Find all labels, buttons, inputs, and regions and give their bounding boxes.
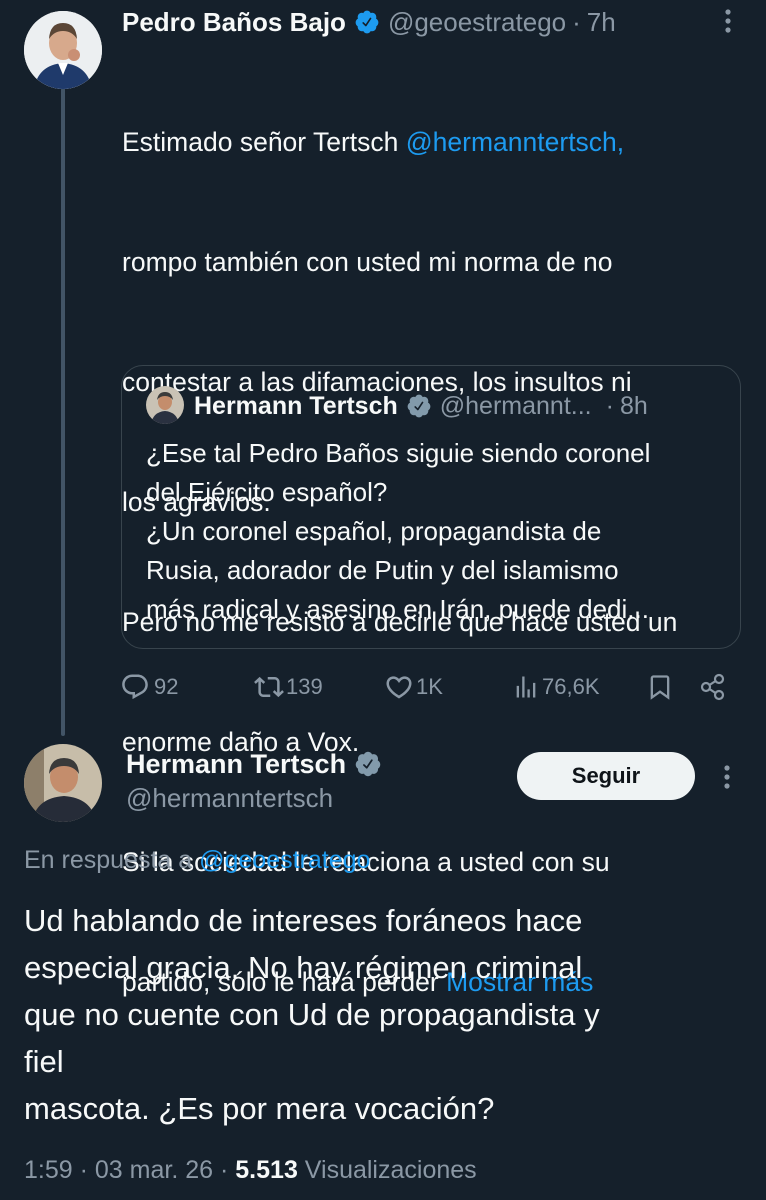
reply-icon xyxy=(120,672,150,702)
share-button[interactable] xyxy=(698,668,728,706)
header-separator: · xyxy=(605,391,614,420)
tweet-text-line: fiel xyxy=(24,1044,64,1079)
tweet-text-line: Ud hablando de intereses foráneos hace xyxy=(24,903,583,938)
verified-icon xyxy=(354,750,382,778)
views-label: Visualizaciones xyxy=(304,1156,477,1184)
quote-body: ¿Ese tal Pedro Baños siguie siendo coron… xyxy=(146,434,736,629)
mention-link[interactable]: @hermanntertsch, xyxy=(406,127,624,157)
tweet-meta: 1:59 · 03 mar. 26 · 5.513 Visualizacione… xyxy=(24,1153,477,1187)
avatar xyxy=(146,386,184,424)
quoted-tweet-card[interactable]: Hermann Tertsch @hermannt... · 8h ¿Ese t… xyxy=(121,365,741,649)
like-button[interactable]: 1K xyxy=(384,668,443,706)
reply-count: 92 xyxy=(154,674,179,699)
bookmark-icon xyxy=(646,672,674,702)
repost-count: 139 xyxy=(286,674,323,699)
action-bar: 92 139 1K 76,6K xyxy=(118,668,730,706)
verified-icon xyxy=(406,393,432,419)
tweet-text-line: Estimado señor Tertsch @hermanntertsch, xyxy=(122,127,625,157)
tweet-time[interactable]: 1:59 xyxy=(24,1156,73,1184)
reply-to-link[interactable]: @geoestratego xyxy=(199,846,370,874)
tweet-date[interactable]: 03 mar. 26 xyxy=(95,1156,213,1184)
avatar[interactable] xyxy=(24,11,102,89)
quote-text-line: del Ejército español? xyxy=(146,477,388,507)
views-icon xyxy=(512,672,540,702)
like-icon xyxy=(384,672,414,702)
reply-prefix: En respuesta a xyxy=(24,846,200,874)
like-count: 1K xyxy=(416,674,443,699)
author-name[interactable]: Pedro Baños Bajo xyxy=(122,7,346,38)
tweet-text-line: especial gracia. No hay régimen criminal xyxy=(24,950,583,985)
tweet-text-line: rompo también con usted mi norma de no xyxy=(122,247,613,277)
reply-context: En respuesta a @geoestratego xyxy=(24,843,370,877)
avatar[interactable] xyxy=(24,744,102,822)
bookmark-button[interactable] xyxy=(646,668,674,706)
quote-text-line: ¿Un coronel español, propagandista de xyxy=(146,516,602,546)
tweet-text-line: que no cuente con Ud de propagandista y xyxy=(24,997,600,1032)
author-name[interactable]: Hermann Tertsch xyxy=(126,749,346,780)
verified-icon xyxy=(354,9,380,35)
quote-text-line: ¿Ese tal Pedro Baños siguie siendo coron… xyxy=(146,438,651,468)
reply-button[interactable]: 92 xyxy=(120,668,178,706)
more-icon[interactable] xyxy=(718,6,738,36)
repost-button[interactable]: 139 xyxy=(254,668,323,706)
meta-separator: · xyxy=(220,1156,229,1184)
header-separator: · xyxy=(572,6,581,37)
views-count: 76,6K xyxy=(542,674,600,699)
views-count: 5.513 xyxy=(235,1156,298,1184)
author-handle[interactable]: @hermanntertsch xyxy=(126,782,333,814)
tweet-header: Hermann Tertsch xyxy=(126,746,382,782)
thread-connector-line xyxy=(61,88,65,736)
quote-time: 8h xyxy=(619,391,648,420)
repost-icon xyxy=(254,672,284,702)
share-icon xyxy=(698,672,728,702)
quote-header: Hermann Tertsch @hermannt... · 8h xyxy=(194,386,648,426)
tweet-header: Pedro Baños Bajo @geoestratego · 7h xyxy=(122,4,616,40)
quote-author-handle: @hermannt... xyxy=(439,391,592,420)
tweet-text-line: mascota. ¿Es por mera vocación? xyxy=(24,1091,495,1126)
tweet-body: Ud hablando de intereses foráneos hace e… xyxy=(24,897,744,1132)
author-handle[interactable]: @geoestratego xyxy=(388,7,566,38)
quote-text-line: Rusia, adorador de Putin y del islamismo xyxy=(146,555,619,585)
quote-text-line: más radical y asesino en Irán, puede ded… xyxy=(146,594,649,624)
views-button[interactable]: 76,6K xyxy=(512,668,600,706)
follow-button[interactable]: Seguir xyxy=(517,752,695,800)
tweet-time[interactable]: 7h xyxy=(587,7,616,38)
quote-author-name: Hermann Tertsch xyxy=(194,391,398,420)
more-icon[interactable] xyxy=(717,762,737,792)
meta-separator: · xyxy=(79,1156,88,1184)
